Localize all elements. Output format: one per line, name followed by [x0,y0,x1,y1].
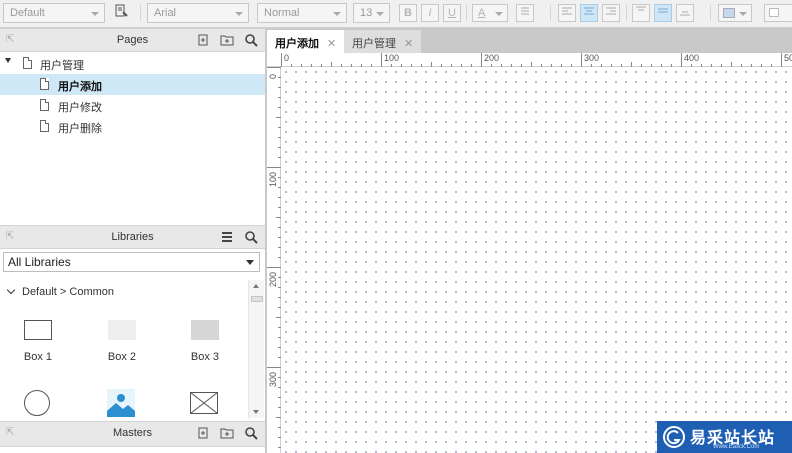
ruler-label: 200 [484,53,500,63]
scroll-down-icon[interactable] [253,410,259,414]
watermark-url: Www.Easck.Com [713,444,760,450]
placeholder-icon [190,392,218,414]
pages-tree: 用户管理 用户添加 用户修改 用户删除 [0,52,265,224]
library-widgets: Default > Common Box 1 Box 2 Box 3 [0,278,265,421]
ruler-label: 0 [284,53,290,63]
close-icon[interactable]: ✕ [404,38,413,50]
font-size-select[interactable]: 13 [353,3,390,23]
search-icon[interactable] [244,230,258,244]
ruler-label: 100 [268,171,278,187]
tab-label: 用户添加 [275,38,319,50]
watermark-badge: 易采站长站 Www.Easck.Com [657,421,792,453]
page-label: 用户修改 [58,102,102,114]
tab-user-add[interactable]: 用户添加 ✕ [267,30,345,53]
library-group-header[interactable]: Default > Common [6,285,115,298]
page-label: 用户管理 [40,60,84,72]
watermark-logo-icon [663,426,685,448]
widget-label: Box 2 [107,351,137,363]
font-family-select[interactable]: Arial [147,3,249,23]
library-select-value: All Libraries [8,255,71,269]
ruler-label: 400 [684,53,700,63]
align-center-icon[interactable] [580,4,598,22]
page-icon [40,120,49,132]
style-select[interactable]: Default [3,3,105,23]
libraries-panel-header: ⇱ Libraries [0,225,265,249]
ruler-label: 300 [268,371,278,387]
box-2-preview [108,320,136,340]
font-family-value: Arial [154,7,177,19]
expand-arrow-icon[interactable] [5,58,11,63]
chevron-down-icon [246,260,254,265]
page-icon [23,57,32,69]
library-select[interactable]: All Libraries [3,252,260,272]
italic-button[interactable]: I [421,4,439,22]
font-weight-value: Normal [264,7,300,19]
font-color-button[interactable]: A [472,4,508,22]
design-canvas[interactable] [281,67,792,453]
align-right-icon[interactable] [602,4,620,22]
shadow-button[interactable] [764,4,792,22]
search-icon[interactable] [244,426,258,440]
format-painter-icon[interactable] [112,4,130,22]
page-item-user-edit[interactable]: 用户修改 [0,95,265,116]
page-item-user-delete[interactable]: 用户删除 [0,116,265,137]
align-top-icon[interactable] [632,4,650,22]
page-icon [40,99,49,111]
style-select-value: Default [10,7,45,19]
toolbar: Default Arial Normal 13 B I U A [0,0,792,28]
fill-color-button[interactable] [718,4,752,22]
tab-label: 用户管理 [352,38,396,50]
masters-panel-header: ⇱ Masters [0,421,265,447]
bullet-list-icon[interactable] [516,4,534,22]
ruler-label: 300 [584,53,600,63]
vertical-ruler: 0 100 200 300 [267,67,281,453]
search-icon[interactable] [244,33,258,47]
widget-ellipse[interactable] [24,390,50,416]
ruler-label: 200 [268,271,278,287]
menu-icon[interactable] [220,230,234,244]
font-weight-select[interactable]: Normal [257,3,347,23]
widget-label: Box 3 [190,351,220,363]
image-icon [107,389,135,417]
horizontal-ruler: 0 100 200 300 400 50 [267,53,792,67]
page-icon [40,78,49,90]
widget-box-1[interactable]: Box 1 [8,316,68,376]
add-folder-icon[interactable] [220,426,234,440]
widget-image[interactable] [107,389,135,417]
font-size-value: 13 [360,7,373,19]
page-item-user-add[interactable]: 用户添加 [0,74,265,95]
ruler-label: 100 [384,53,400,63]
page-item-user-management[interactable]: 用户管理 [0,53,265,74]
ruler-label: 0 [268,73,278,79]
page-tabs: 用户添加 ✕ 用户管理 ✕ [267,28,792,53]
widget-label: Box 1 [23,351,53,363]
library-scrollbar[interactable] [248,280,264,418]
widget-box-3[interactable]: Box 3 [175,316,235,376]
scroll-thumb[interactable] [251,296,263,302]
underline-button[interactable]: U [443,4,461,22]
box-1-preview [24,320,52,340]
ruler-label: 50 [784,53,792,63]
chevron-down-icon [6,285,16,295]
page-label: 用户删除 [58,123,102,135]
add-page-icon[interactable] [196,33,210,47]
page-label: 用户添加 [58,81,102,93]
bold-button[interactable]: B [399,4,417,22]
library-group-label: Default > Common [22,286,115,298]
widget-box-2[interactable]: Box 2 [92,316,152,376]
widget-placeholder[interactable] [190,392,218,414]
align-middle-icon[interactable] [654,4,672,22]
font-color-label: A [478,7,486,19]
add-folder-icon[interactable] [220,33,234,47]
pages-panel-header: ⇱ Pages [0,28,265,52]
add-master-icon[interactable] [196,426,210,440]
box-3-preview [191,320,219,340]
align-bottom-icon[interactable] [676,4,694,22]
align-left-icon[interactable] [558,4,576,22]
close-icon[interactable]: ✕ [327,38,336,50]
scroll-up-icon[interactable] [253,284,259,288]
tab-user-management[interactable]: 用户管理 ✕ [344,30,422,53]
